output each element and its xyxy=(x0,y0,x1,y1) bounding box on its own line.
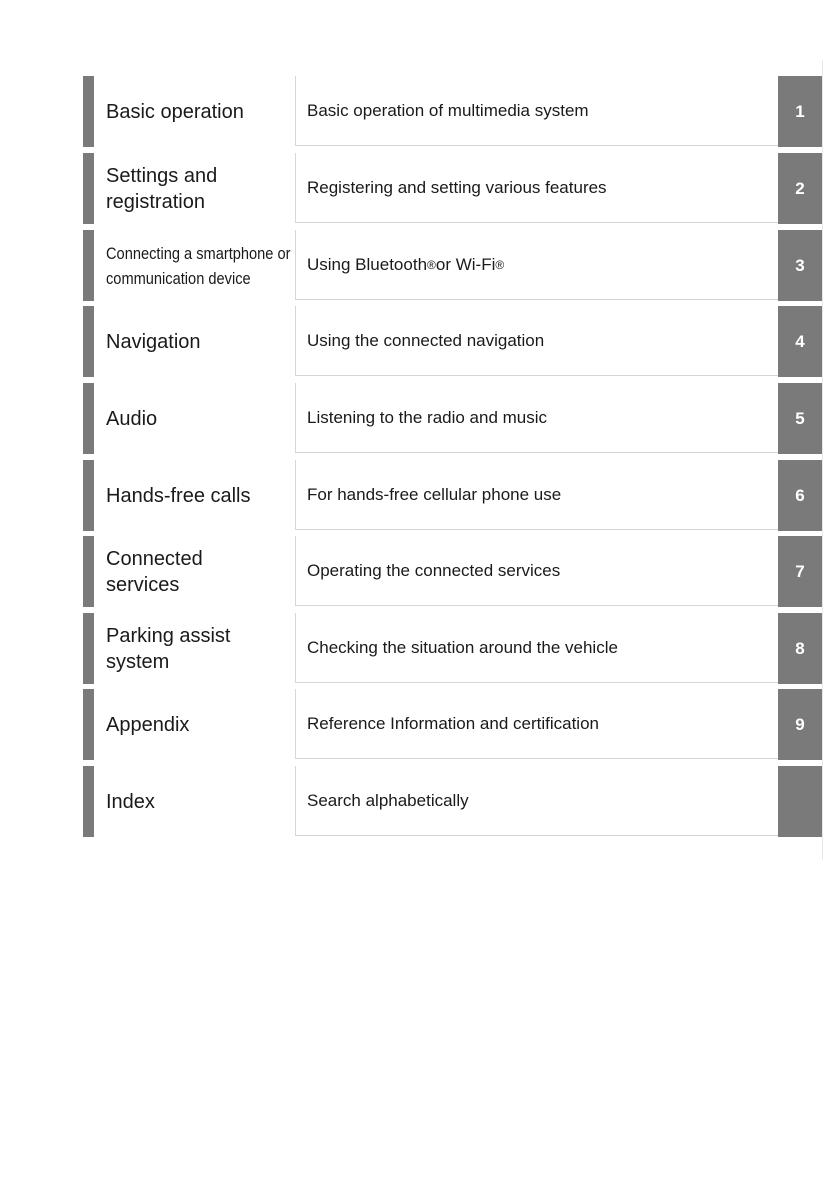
section-title[interactable]: Parking assist system xyxy=(106,613,256,684)
section-number-tab[interactable]: 3 xyxy=(778,230,822,301)
section-description[interactable]: Reference Information and certification xyxy=(295,689,778,759)
section-marker xyxy=(83,536,94,607)
toc-row-appendix[interactable]: Appendix Reference Information and certi… xyxy=(83,689,823,760)
section-title[interactable]: Index xyxy=(106,766,296,837)
section-marker xyxy=(83,306,94,377)
toc-row-basic-operation[interactable]: Basic operation Basic operation of multi… xyxy=(83,76,823,147)
section-marker xyxy=(83,689,94,760)
section-description[interactable]: For hands-free cellular phone use xyxy=(295,460,778,530)
section-title[interactable]: Basic operation xyxy=(106,76,296,147)
section-marker xyxy=(83,153,94,224)
section-marker xyxy=(83,766,94,837)
description-text: Using Bluetooth xyxy=(307,254,428,274)
section-description[interactable]: Search alphabetically xyxy=(295,766,778,836)
section-description[interactable]: Using Bluetooth ® or Wi-Fi ® xyxy=(295,230,778,300)
toc-row-hands-free[interactable]: Hands-free calls For hands-free cellular… xyxy=(83,460,823,531)
section-number-tab[interactable]: 2 xyxy=(778,153,822,224)
section-marker xyxy=(83,460,94,531)
section-title[interactable]: Navigation xyxy=(106,306,296,377)
section-title[interactable]: Hands-free calls xyxy=(106,460,296,531)
section-marker xyxy=(83,76,94,147)
section-marker xyxy=(83,613,94,684)
toc-row-connecting[interactable]: Connecting a smartphone or communication… xyxy=(83,230,823,301)
section-title[interactable]: Appendix xyxy=(106,689,296,760)
section-description[interactable]: Basic operation of multimedia system xyxy=(295,76,778,146)
registered-mark: ® xyxy=(427,257,436,272)
section-title[interactable]: Settings and registration xyxy=(106,153,256,224)
section-marker xyxy=(83,230,94,301)
toc-row-index[interactable]: Index Search alphabetically xyxy=(83,766,823,837)
toc-row-connected-services[interactable]: Connected services Operating the connect… xyxy=(83,536,823,607)
section-number-tab[interactable]: 5 xyxy=(778,383,822,454)
toc-row-settings[interactable]: Settings and registration Registering an… xyxy=(83,153,823,224)
section-number-tab[interactable]: 6 xyxy=(778,460,822,531)
section-description[interactable]: Listening to the radio and music xyxy=(295,383,778,453)
registered-mark: ® xyxy=(495,257,505,272)
toc-row-audio[interactable]: Audio Listening to the radio and music 5 xyxy=(83,383,823,454)
section-number-tab[interactable]: 4 xyxy=(778,306,822,377)
section-number-tab[interactable]: 7 xyxy=(778,536,822,607)
section-description[interactable]: Using the connected navigation xyxy=(295,306,778,376)
description-text: or Wi-Fi xyxy=(435,254,496,274)
section-number-tab[interactable]: 8 xyxy=(778,613,822,684)
section-title[interactable]: Audio xyxy=(106,383,296,454)
section-number-tab[interactable] xyxy=(778,766,822,837)
section-description[interactable]: Operating the connected services xyxy=(295,536,778,606)
section-marker xyxy=(83,383,94,454)
section-number-tab[interactable]: 1 xyxy=(778,76,822,147)
section-number-tab[interactable]: 9 xyxy=(778,689,822,760)
toc-row-navigation[interactable]: Navigation Using the connected navigatio… xyxy=(83,306,823,377)
section-title[interactable]: Connecting a smartphone or communication… xyxy=(106,230,295,301)
section-description[interactable]: Checking the situation around the vehicl… xyxy=(295,613,778,683)
toc-row-parking-assist[interactable]: Parking assist system Checking the situa… xyxy=(83,613,823,684)
section-title[interactable]: Connected services xyxy=(106,536,236,607)
section-description[interactable]: Registering and setting various features xyxy=(295,153,778,223)
